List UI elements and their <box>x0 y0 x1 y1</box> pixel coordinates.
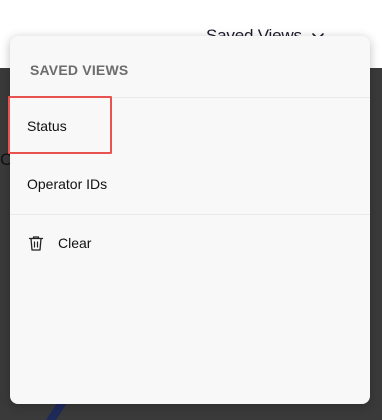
clear-button[interactable]: Clear <box>10 215 370 271</box>
highlight-box <box>8 96 112 154</box>
menu-item-operator-ids[interactable]: Operator IDs <box>10 156 370 212</box>
trash-icon <box>28 236 44 251</box>
saved-views-menu: SAVED VIEWS Status Operator IDs Clear <box>10 36 370 404</box>
menu-header: SAVED VIEWS <box>30 62 129 78</box>
clear-label: Clear <box>58 235 92 251</box>
menu-item-label: Operator IDs <box>27 176 108 192</box>
